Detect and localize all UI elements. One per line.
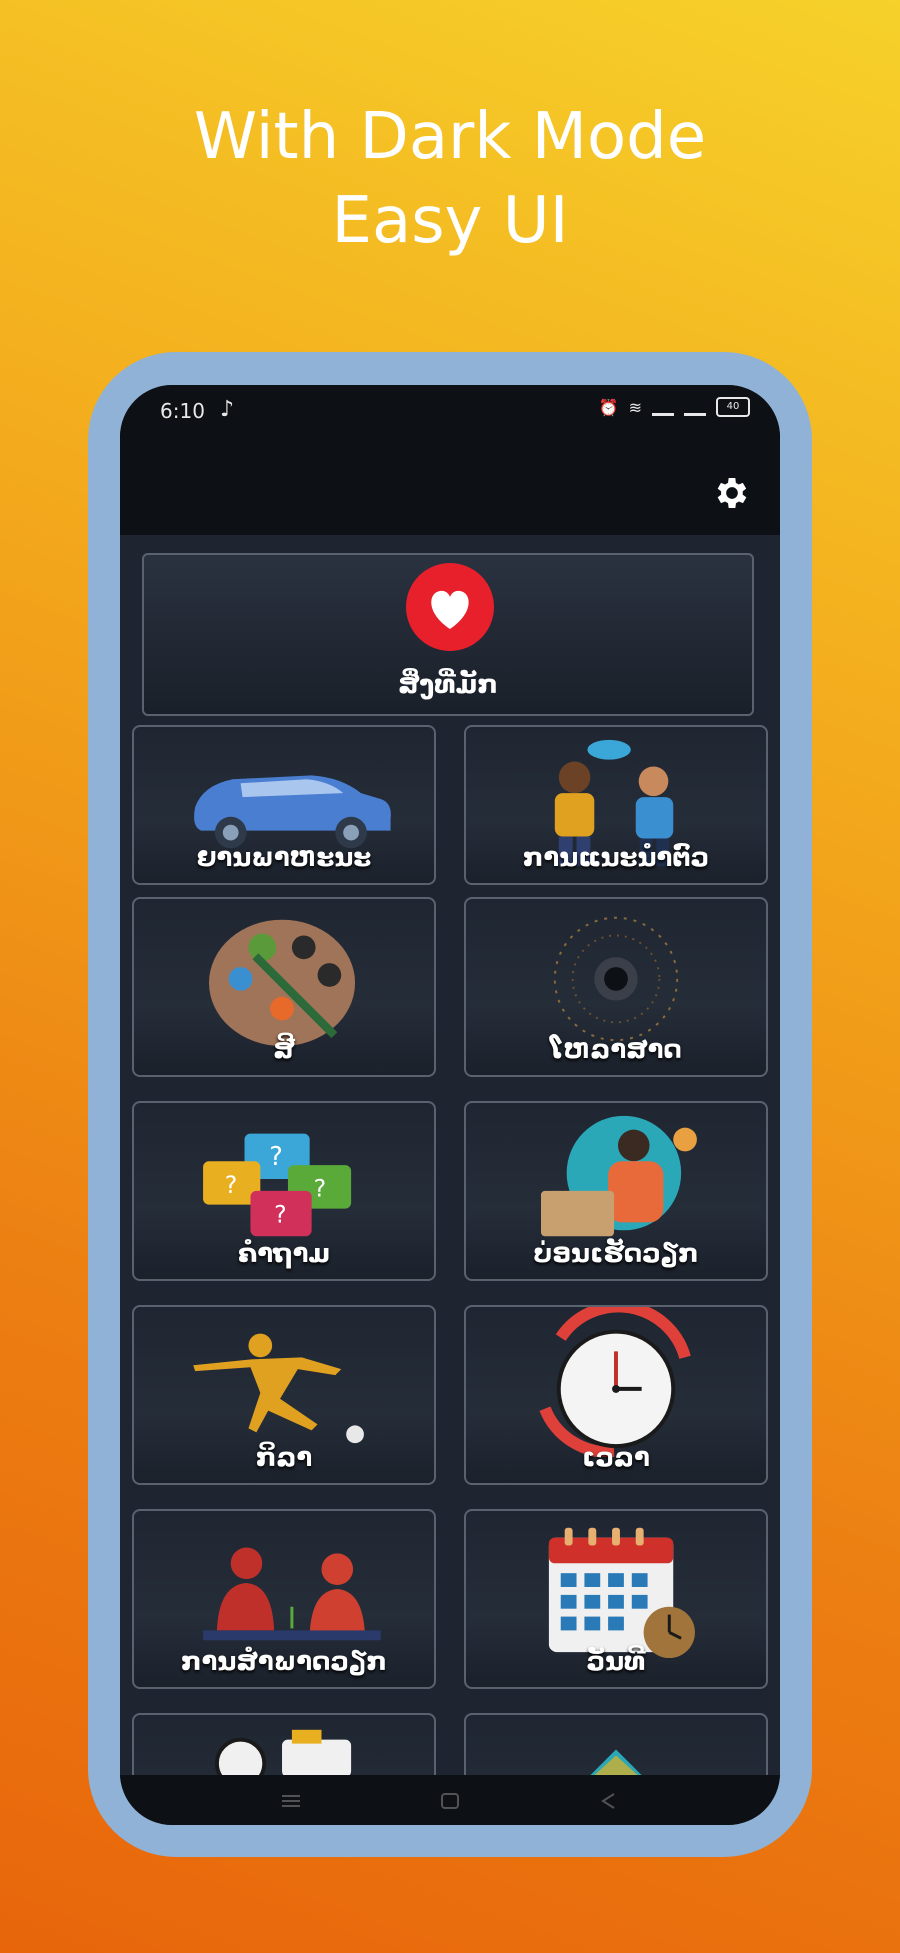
category-card-date[interactable]: ວັນທີ: [464, 1509, 768, 1689]
heart-icon: [431, 590, 469, 629]
tent-icon: [590, 1749, 642, 1775]
category-card-questions[interactable]: ? ? ? ? ຄຳຖາມ: [132, 1101, 436, 1281]
category-card-astrology[interactable]: ໂຫລາສາດ: [464, 897, 768, 1077]
category-label: ຍານພາຫະນະ: [196, 843, 372, 873]
gear-icon[interactable]: [712, 473, 752, 513]
soccer-player-icon: [193, 1333, 364, 1444]
heart-icon-circle: [406, 563, 494, 651]
battery-icon: 40: [716, 397, 750, 417]
workplace-icon: [541, 1115, 697, 1237]
category-label: ກິລາ: [255, 1443, 313, 1473]
alarm-icon: ⏰: [598, 397, 619, 417]
category-card-colors[interactable]: ສີ: [132, 897, 436, 1077]
signal-icon-2: [684, 399, 706, 416]
svg-text:?: ?: [269, 1142, 283, 1172]
status-time: 6:10: [160, 399, 205, 423]
category-card-introduction[interactable]: ການແນະນຳຕົວ: [464, 725, 768, 885]
category-label: ການແນະນຳຕົວ: [522, 843, 710, 873]
category-card-vehicles[interactable]: ຍານພາຫະນະ: [132, 725, 436, 885]
category-card-workplace[interactable]: ບ່ອນເຮັດວຽກ: [464, 1101, 768, 1281]
category-label: ສີ: [273, 1035, 295, 1065]
transport-icon: [214, 1729, 352, 1775]
job-interview-icon: [203, 1547, 381, 1641]
favorites-label: ສິ່ງທີ່ມັກ: [398, 670, 498, 700]
promo-headline: With Dark Mode Easy UI: [0, 95, 900, 263]
category-label: ການສຳພາດວຽກ: [181, 1647, 387, 1677]
system-navigation-bar: [120, 1775, 780, 1825]
signal-icon: [652, 399, 674, 416]
category-label: ເວລາ: [582, 1443, 650, 1473]
category-label: ວັນທີ: [586, 1647, 646, 1677]
back-nav-icon[interactable]: [598, 1793, 620, 1809]
category-grid: ສິ່ງທີ່ມັກ ຍານພາຫະນະ ການແນະນຳຕົວ ສີ ໂຫລາ…: [120, 535, 780, 1775]
question-bubbles-icon: ? ? ? ?: [203, 1133, 352, 1237]
status-bar: 6:10 ♪ ⏰ ≋ 40: [120, 385, 780, 435]
menu-nav-icon[interactable]: [280, 1793, 302, 1809]
promo-line-2: Easy UI: [331, 184, 569, 258]
favorites-card[interactable]: ສິ່ງທີ່ມັກ: [142, 553, 754, 716]
category-card-tent[interactable]: [464, 1713, 768, 1775]
wifi-icon: ≋: [628, 397, 642, 417]
category-card-job-interview[interactable]: ການສຳພາດວຽກ: [132, 1509, 436, 1689]
category-card-time[interactable]: ເວລາ: [464, 1305, 768, 1485]
status-icons: ⏰ ≋ 40: [599, 397, 750, 417]
category-card-transport[interactable]: [132, 1713, 436, 1775]
calendar-icon: [548, 1527, 695, 1659]
app-bar: [120, 435, 780, 535]
home-nav-icon[interactable]: [439, 1793, 461, 1809]
paint-palette-icon: [209, 919, 356, 1047]
category-label: ໂຫລາສາດ: [550, 1035, 682, 1065]
zodiac-wheel-icon: [553, 916, 679, 1042]
phone-screen: 6:10 ♪ ⏰ ≋ 40 ສິ່ງທີ່ມັກ ຍານພາຫະນະ ການແນ…: [120, 385, 780, 1825]
category-label: ບ່ອນເຮັດວຽກ: [533, 1239, 699, 1269]
category-label: ຄຳຖາມ: [237, 1239, 331, 1269]
promo-line-1: With Dark Mode: [193, 100, 707, 174]
svg-text:?: ?: [274, 1200, 287, 1228]
music-note-icon: ♪: [220, 397, 235, 422]
svg-text:?: ?: [225, 1171, 238, 1199]
category-card-sports[interactable]: ກິລາ: [132, 1305, 436, 1485]
svg-text:?: ?: [314, 1175, 327, 1203]
clock-icon: [539, 1307, 691, 1457]
